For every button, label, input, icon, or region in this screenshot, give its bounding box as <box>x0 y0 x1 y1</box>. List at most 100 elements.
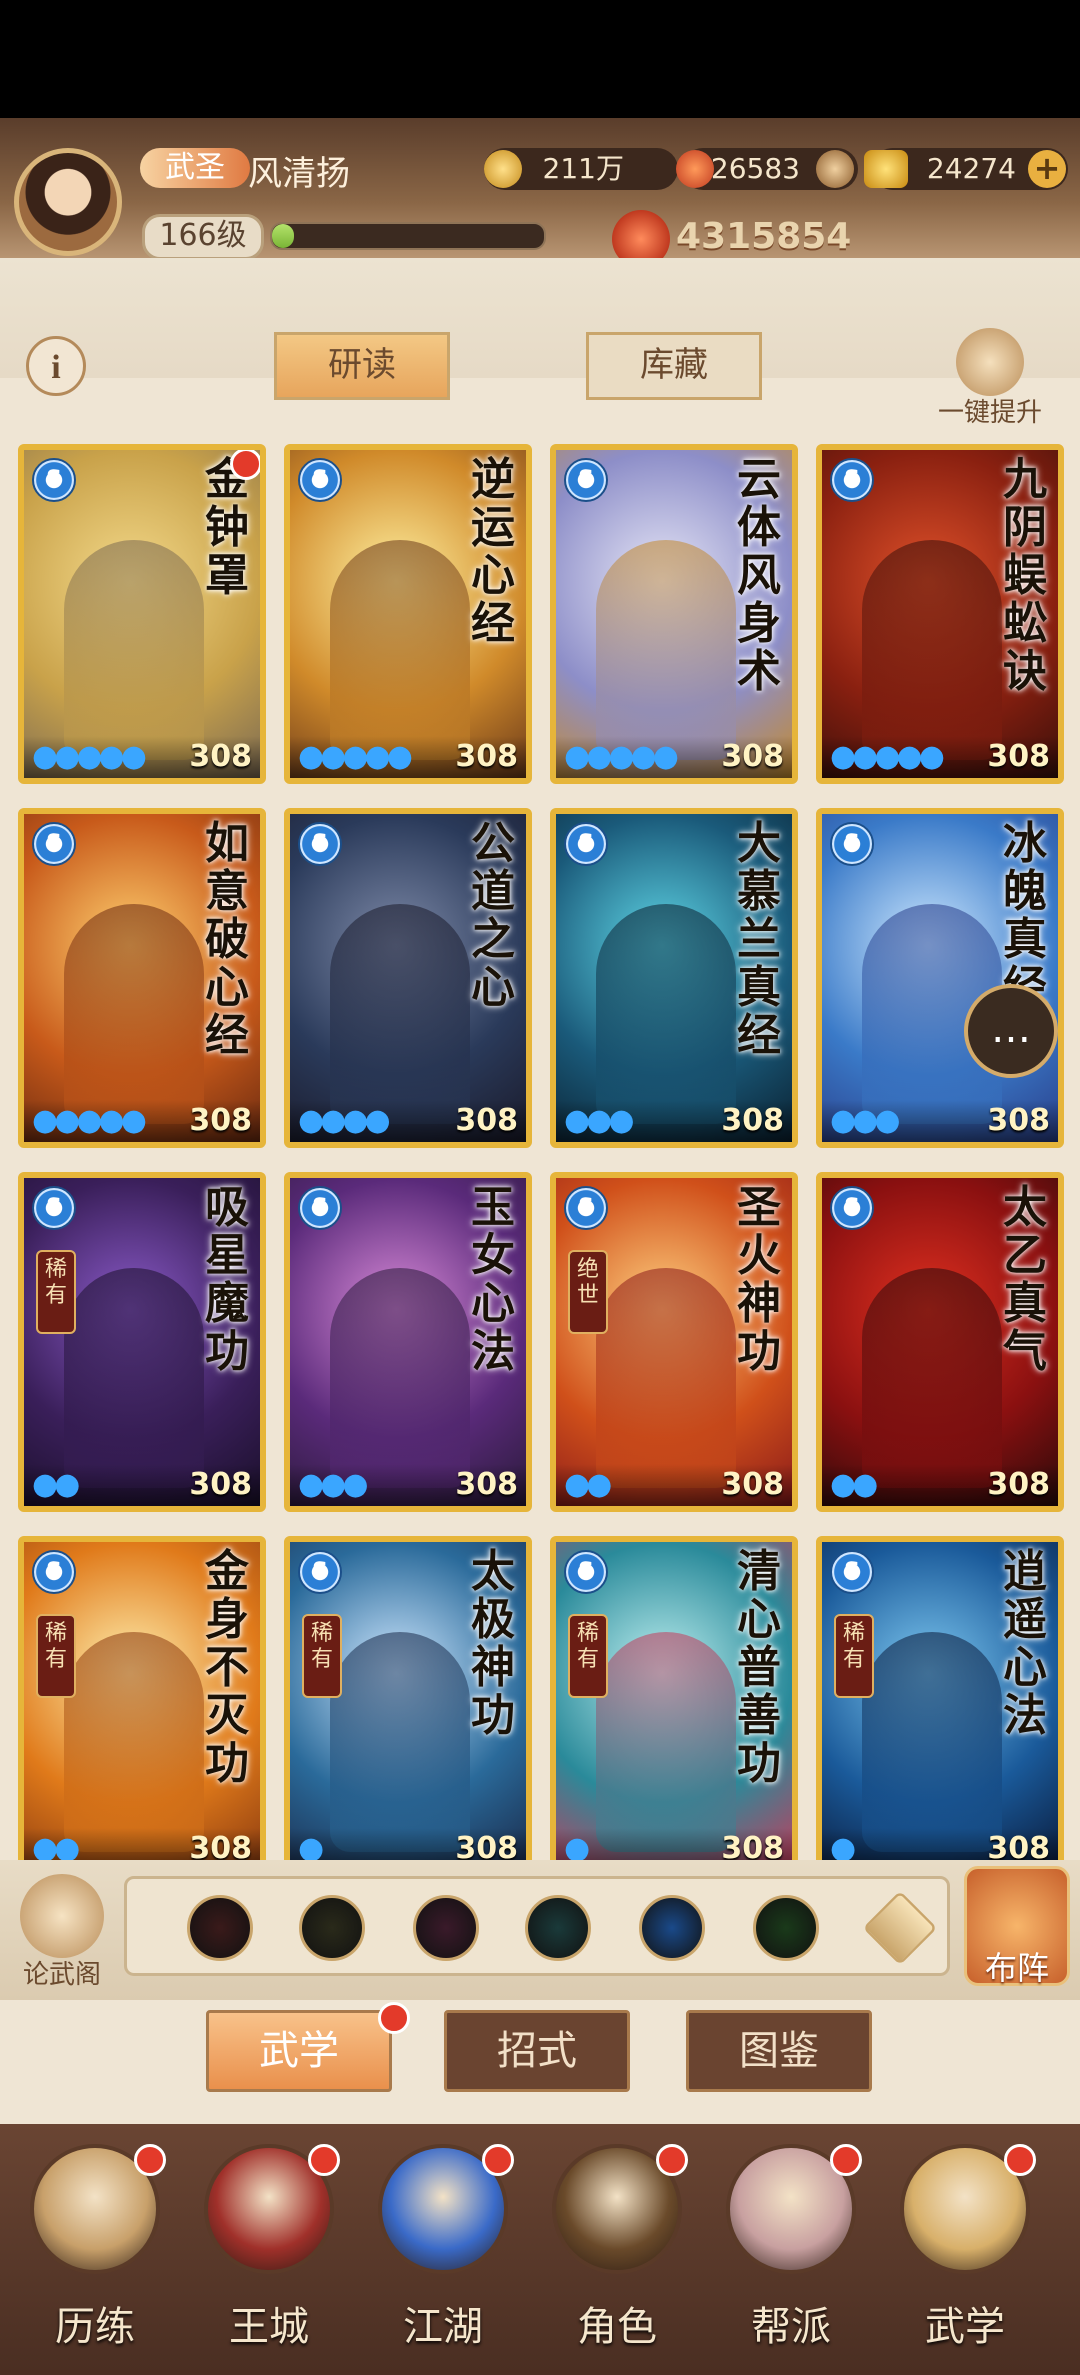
fan-icon[interactable] <box>525 1895 591 1961</box>
chat-bubble-icon[interactable]: … <box>964 984 1058 1078</box>
card-level: 308 <box>189 1831 252 1860</box>
card-level: 308 <box>455 1831 518 1860</box>
s-rank-icon: S <box>32 1186 76 1230</box>
gold-counter: 24274 + <box>864 148 1068 190</box>
tab-study[interactable]: 研读 <box>274 332 450 400</box>
notification-dot <box>308 2144 340 2176</box>
avatar[interactable] <box>14 148 122 256</box>
tab-row: i 研读 库藏 一键提升 <box>0 258 1080 427</box>
token-icon <box>816 150 854 188</box>
card-title: 如意破心经 <box>205 819 249 1060</box>
skill-card[interactable]: S 太极神功 稀有 ● 308 <box>284 1536 532 1860</box>
skill-card[interactable]: S 大慕兰真经 ●●● 308 <box>550 808 798 1148</box>
skill-card[interactable]: S 清心普善功 稀有 ● 308 <box>550 1536 798 1860</box>
character-figure <box>64 540 204 760</box>
skill-card[interactable]: S 金钟罩 ●●●●● 308 <box>18 444 266 784</box>
nav-item[interactable]: 王城 <box>184 2144 354 2364</box>
skill-card[interactable]: S 逆运心经 ●●●●● 308 <box>284 444 532 784</box>
skill-card[interactable]: S 逍遥心法 稀有 ● 308 <box>816 1536 1064 1860</box>
coin-icon <box>484 150 522 188</box>
card-level: 308 <box>987 1831 1050 1860</box>
notification-dot <box>656 2144 688 2176</box>
notification-dot <box>482 2144 514 2176</box>
player-header: 武圣 风清扬 211万 126583 24274 + 166级 4315854 <box>0 118 1080 268</box>
one-key-upgrade-button[interactable]: 一键提升 <box>930 328 1050 428</box>
s-rank-icon: S <box>298 1550 342 1594</box>
skill-card-grid: S 金钟罩 ●●●●● 308 S 逆运心经 ●●●●● 308 S 云体风身术 ●●●●● 308 S… <box>18 444 1068 1860</box>
character-figure <box>330 1632 470 1852</box>
tab-store[interactable]: 库藏 <box>586 332 762 400</box>
nav-item[interactable]: 武学 <box>880 2144 1050 2364</box>
notification-dot <box>134 2144 166 2176</box>
gourd-icon[interactable] <box>753 1895 819 1961</box>
character-figure <box>596 540 736 760</box>
star-drops-icon: ● <box>564 1831 590 1861</box>
s-spiral-icon[interactable] <box>639 1895 705 1961</box>
skill-card[interactable]: S 九阴蜈蚣诀 ●●●●● 308 <box>816 444 1064 784</box>
subtab-atlas[interactable]: 图鉴 <box>686 2010 872 2092</box>
s-rank-icon: S <box>830 1550 874 1594</box>
card-title: 吸星魔功 <box>205 1183 249 1376</box>
nav-item[interactable]: 历练 <box>10 2144 180 2364</box>
rarity-tag: 绝世 <box>568 1250 608 1334</box>
card-title: 九阴蜈蚣诀 <box>1003 455 1047 696</box>
s-rank-icon: S <box>298 1186 342 1230</box>
skill-card[interactable]: S 太乙真气 ●● 308 <box>816 1172 1064 1512</box>
subtab-martial-arts[interactable]: 武学 <box>206 2010 392 2092</box>
star-drops-icon: ●● <box>830 1467 878 1502</box>
skill-card[interactable]: S冰魄真经●●●308 <box>816 808 1064 1148</box>
fist-icon[interactable] <box>413 1895 479 1961</box>
card-title: 玉女心法 <box>471 1183 515 1376</box>
nav-label: 江湖 <box>403 2304 483 2349</box>
one-key-upgrade-label: 一键提升 <box>937 398 1042 427</box>
character-figure <box>862 1632 1002 1852</box>
star-drops-icon: ●●●●● <box>298 739 413 774</box>
card-title: 清心普善功 <box>737 1547 781 1788</box>
skill-card[interactable]: S 公道之心 ●●●● 308 <box>284 808 532 1148</box>
lun-wu-ge-label: 论武阁 <box>22 1960 101 1989</box>
character-figure <box>862 540 1002 760</box>
formation-button[interactable]: 布阵 <box>964 1866 1070 1986</box>
character-figure <box>596 1632 736 1852</box>
card-level: 308 <box>721 739 784 774</box>
skill-card[interactable]: S 云体风身术 ●●●●● 308 <box>550 444 798 784</box>
arrow-up-icon[interactable] <box>862 1890 938 1966</box>
add-gold-icon[interactable]: + <box>1028 150 1066 188</box>
s-rank-icon: S <box>298 822 342 866</box>
player-name: 风清扬 <box>248 156 350 193</box>
character-figure <box>330 904 470 1124</box>
card-title: 逍遥心法 <box>1003 1547 1047 1740</box>
skill-card[interactable]: S 玉女心法 ●●● 308 <box>284 1172 532 1512</box>
skill-card[interactable]: S 吸星魔功 稀有 ●● 308 <box>18 1172 266 1512</box>
notification-dot <box>378 2002 410 2034</box>
skill-card[interactable]: S 如意破心经 ●●●●● 308 <box>18 808 266 1148</box>
star-drops-icon: ●● <box>32 1831 80 1861</box>
card-title: 大慕兰真经 <box>737 819 781 1060</box>
star-drops-icon: ● <box>830 1831 856 1861</box>
rarity-tag: 稀有 <box>568 1614 608 1698</box>
card-level: 308 <box>721 1467 784 1502</box>
star-drops-icon: ●●● <box>830 1103 901 1138</box>
red-ingot-counter: 126583 <box>676 148 858 190</box>
red-gem-icon <box>676 150 714 188</box>
nav-item[interactable]: 帮派 <box>706 2144 876 2364</box>
card-level: 308 <box>455 1103 518 1138</box>
info-icon[interactable]: i <box>26 336 86 396</box>
status-bar <box>0 0 1080 118</box>
power-value: 4315854 <box>676 216 852 257</box>
rank-badge: 武圣 <box>140 148 250 188</box>
skill-card[interactable]: S 圣火神功 绝世 ●● 308 <box>550 1172 798 1512</box>
subtab-moves[interactable]: 招式 <box>444 2010 630 2092</box>
nav-item[interactable]: 角色 <box>532 2144 702 2364</box>
coins-value: 211万 <box>542 152 624 185</box>
lun-wu-ge-button[interactable]: 论武阁 <box>14 1874 110 1989</box>
skill-card[interactable]: S 金身不灭功 稀有 ●● 308 <box>18 1536 266 1860</box>
nav-item[interactable]: 江湖 <box>358 2144 528 2364</box>
star-drops-icon: ●● <box>32 1467 80 1502</box>
s-rank-icon: S <box>830 822 874 866</box>
equipped-skill-slots <box>124 1876 950 1976</box>
notification-dot <box>1004 2144 1036 2176</box>
sword-icon[interactable] <box>187 1895 253 1961</box>
shield-icon[interactable] <box>299 1895 365 1961</box>
star-drops-icon: ●●● <box>298 1467 369 1502</box>
